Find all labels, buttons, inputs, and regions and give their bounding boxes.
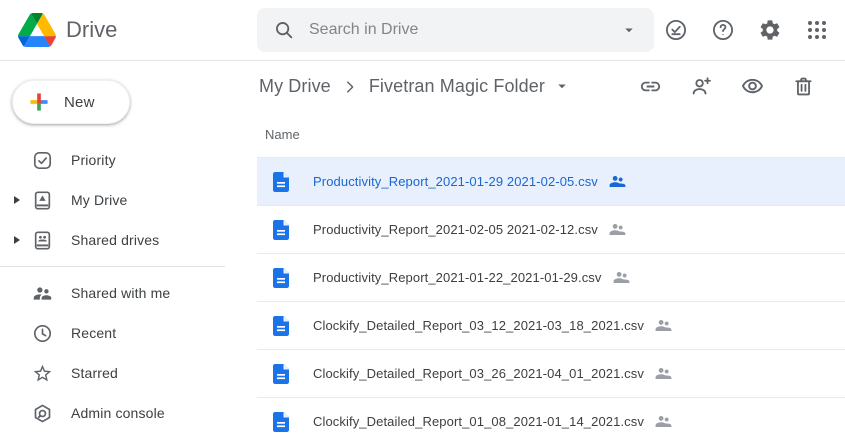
chevron-right-icon bbox=[341, 78, 359, 96]
csv-file-icon bbox=[273, 364, 289, 384]
shared-people-icon bbox=[608, 220, 627, 239]
file-list: Productivity_Report_2021-01-29 2021-02-0… bbox=[257, 158, 845, 439]
search-input[interactable] bbox=[309, 21, 620, 39]
sidebar-item-admin-console[interactable]: Admin console bbox=[0, 393, 257, 433]
file-name: Clockify_Detailed_Report_03_26_2021-04_0… bbox=[313, 366, 644, 381]
offline-status-icon[interactable] bbox=[664, 18, 688, 42]
main-content: My Drive Fivetran Magic Folder bbox=[257, 61, 845, 439]
help-icon[interactable] bbox=[711, 18, 735, 42]
expand-arrow-icon[interactable] bbox=[8, 196, 26, 204]
folder-menu-caret-icon[interactable] bbox=[553, 77, 571, 95]
sidebar-item-priority[interactable]: Priority bbox=[0, 140, 257, 180]
expand-arrow-icon[interactable] bbox=[8, 236, 26, 244]
csv-file-icon bbox=[273, 220, 289, 240]
app-title: Drive bbox=[66, 17, 117, 43]
preview-eye-icon[interactable] bbox=[741, 75, 764, 98]
sidebar-nav: Priority My Drive bbox=[0, 140, 257, 433]
sidebar: New Priority bbox=[0, 61, 257, 439]
settings-icon[interactable] bbox=[758, 18, 782, 42]
file-row[interactable]: Productivity_Report_2021-02-05 2021-02-1… bbox=[257, 206, 845, 254]
apps-grid-icon[interactable] bbox=[805, 18, 829, 42]
admin-console-icon bbox=[32, 403, 53, 424]
my-drive-icon bbox=[32, 190, 53, 211]
drive-logo-home[interactable]: Drive bbox=[0, 13, 257, 47]
file-row[interactable]: Clockify_Detailed_Report_03_12_2021-03_1… bbox=[257, 302, 845, 350]
search-bar[interactable] bbox=[257, 8, 654, 52]
google-drive-app: Drive bbox=[0, 0, 845, 439]
top-bar: Drive bbox=[0, 0, 845, 61]
file-row[interactable]: Productivity_Report_2021-01-29 2021-02-0… bbox=[257, 158, 845, 206]
breadcrumb-my-drive[interactable]: My Drive bbox=[259, 76, 331, 97]
sidebar-item-shared-drives[interactable]: Shared drives bbox=[0, 220, 257, 260]
file-name: Productivity_Report_2021-01-29 2021-02-0… bbox=[313, 174, 598, 189]
breadcrumb-current-folder[interactable]: Fivetran Magic Folder bbox=[369, 76, 545, 97]
file-name: Productivity_Report_2021-02-05 2021-02-1… bbox=[313, 222, 598, 237]
csv-file-icon bbox=[273, 172, 289, 192]
sidebar-item-starred[interactable]: Starred bbox=[0, 353, 257, 393]
shared-people-icon bbox=[654, 316, 673, 335]
shared-people-icon bbox=[612, 268, 631, 287]
search-icon bbox=[273, 19, 295, 41]
csv-file-icon bbox=[273, 412, 289, 432]
shared-people-icon bbox=[654, 412, 673, 431]
sidebar-item-recent[interactable]: Recent bbox=[0, 313, 257, 353]
file-row[interactable]: Clockify_Detailed_Report_03_26_2021-04_0… bbox=[257, 350, 845, 398]
drive-logo-icon bbox=[18, 13, 56, 47]
file-list-header[interactable]: Name bbox=[257, 111, 845, 158]
shared-people-icon bbox=[608, 172, 627, 191]
get-link-icon[interactable] bbox=[639, 75, 662, 98]
shared-people-icon bbox=[654, 364, 673, 383]
shared-with-me-icon bbox=[32, 283, 53, 304]
new-button[interactable]: New bbox=[12, 80, 130, 124]
multicolor-plus-icon bbox=[28, 91, 50, 113]
sidebar-divider bbox=[0, 266, 225, 267]
search-options-caret-icon[interactable] bbox=[620, 21, 638, 39]
file-name: Clockify_Detailed_Report_01_08_2021-01_1… bbox=[313, 414, 644, 429]
recent-icon bbox=[32, 323, 53, 344]
priority-icon bbox=[32, 150, 53, 171]
csv-file-icon bbox=[273, 316, 289, 336]
csv-file-icon bbox=[273, 268, 289, 288]
name-column-header: Name bbox=[265, 127, 300, 142]
sidebar-item-shared-with-me[interactable]: Shared with me bbox=[0, 273, 257, 313]
selection-toolbar bbox=[639, 75, 815, 98]
delete-trash-icon[interactable] bbox=[792, 75, 815, 98]
starred-icon bbox=[32, 363, 53, 384]
shared-drives-icon bbox=[32, 230, 53, 251]
file-name: Clockify_Detailed_Report_03_12_2021-03_1… bbox=[313, 318, 644, 333]
sidebar-item-my-drive[interactable]: My Drive bbox=[0, 180, 257, 220]
file-row[interactable]: Productivity_Report_2021-01-22_2021-01-2… bbox=[257, 254, 845, 302]
file-row[interactable]: Clockify_Detailed_Report_01_08_2021-01_1… bbox=[257, 398, 845, 439]
breadcrumb-bar: My Drive Fivetran Magic Folder bbox=[257, 61, 845, 111]
file-name: Productivity_Report_2021-01-22_2021-01-2… bbox=[313, 270, 602, 285]
share-add-person-icon[interactable] bbox=[690, 75, 713, 98]
topbar-actions bbox=[664, 18, 845, 42]
new-button-label: New bbox=[64, 94, 95, 111]
